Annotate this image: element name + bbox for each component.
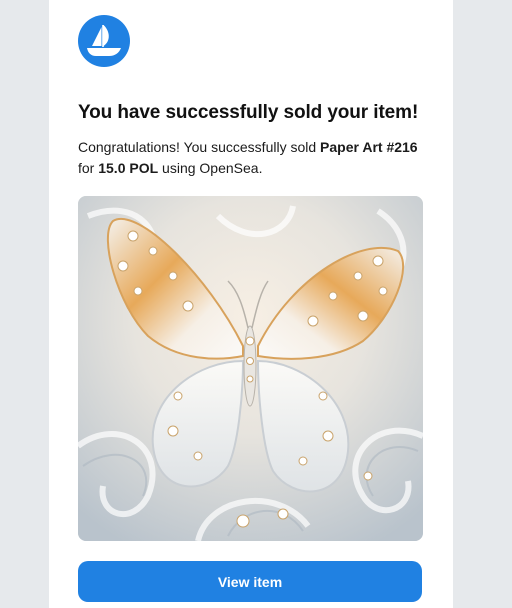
item-name: Paper Art #216: [320, 139, 418, 155]
email-card: You have successfully sold your item! Co…: [49, 0, 453, 608]
item-image[interactable]: [78, 196, 423, 541]
sale-message: Congratulations! You successfully sold P…: [78, 137, 428, 179]
message-intro: Congratulations! You successfully sold: [78, 139, 321, 155]
view-item-button[interactable]: View item: [78, 561, 422, 602]
message-outro: using OpenSea.: [158, 160, 263, 176]
opensea-logo-icon: [78, 15, 130, 67]
email-headline: You have successfully sold your item!: [78, 102, 419, 123]
message-for: for: [78, 160, 99, 176]
sale-price: 15.0 POL: [98, 160, 159, 176]
